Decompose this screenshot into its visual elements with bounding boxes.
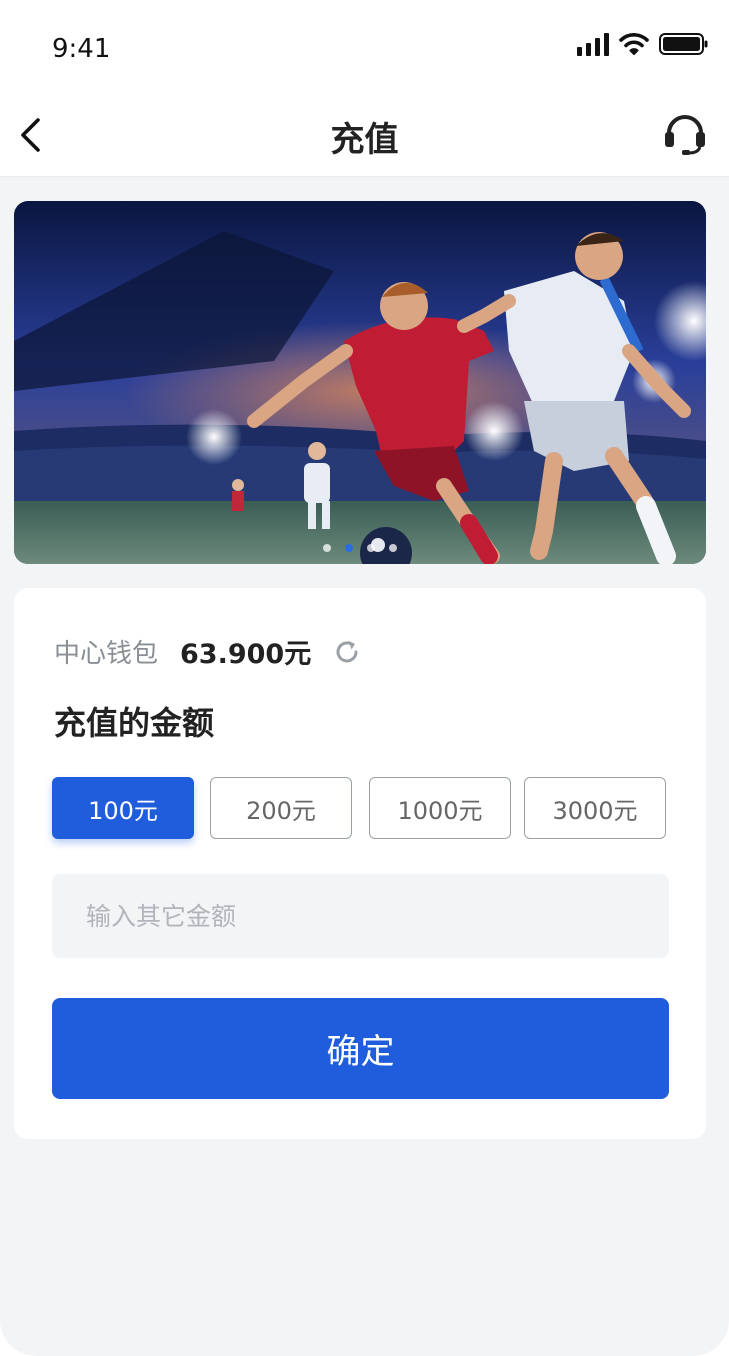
wallet-row: 中心钱包 63.900元: [54, 632, 361, 671]
status-icons: [577, 32, 709, 56]
custom-amount-input[interactable]: [52, 874, 669, 958]
signal-icon: [577, 32, 609, 56]
carousel-dot[interactable]: [323, 544, 331, 552]
amount-option-100[interactable]: 100元: [52, 777, 194, 839]
headset-icon: [665, 115, 705, 155]
wifi-icon: [619, 33, 649, 55]
wallet-label: 中心钱包: [54, 639, 159, 669]
nav-bar: 充值: [0, 96, 729, 176]
customer-service-button[interactable]: [663, 112, 707, 156]
amount-option-1000[interactable]: 1000元: [369, 777, 511, 839]
phone-screen: 9:41 充值 中心钱包 63.900元 充值的金额 100元 200元 100…: [0, 0, 729, 1356]
refresh-icon[interactable]: [333, 638, 361, 666]
banner-image: [14, 201, 706, 564]
confirm-button[interactable]: 确定: [52, 998, 669, 1099]
amount-options: 100元 200元 1000元 3000元: [52, 777, 669, 841]
carousel-dots: [14, 544, 706, 552]
carousel-dot[interactable]: [389, 544, 397, 552]
amount-option-200[interactable]: 200元: [210, 777, 352, 839]
carousel-dot-active[interactable]: [345, 544, 353, 552]
banner-carousel[interactable]: [14, 201, 706, 564]
recharge-card: 中心钱包 63.900元 充值的金额 100元 200元 1000元 3000元…: [14, 588, 706, 1139]
section-title: 充值的金额: [54, 704, 215, 742]
header-area: 9:41 充值: [0, 0, 729, 177]
carousel-dot[interactable]: [367, 544, 375, 552]
status-bar: 9:41: [0, 0, 729, 96]
wallet-balance: 63.900元: [180, 639, 312, 670]
battery-icon: [659, 33, 708, 55]
amount-option-3000[interactable]: 3000元: [524, 777, 666, 839]
status-time: 9:41: [52, 34, 111, 64]
page-title: 充值: [330, 120, 399, 160]
